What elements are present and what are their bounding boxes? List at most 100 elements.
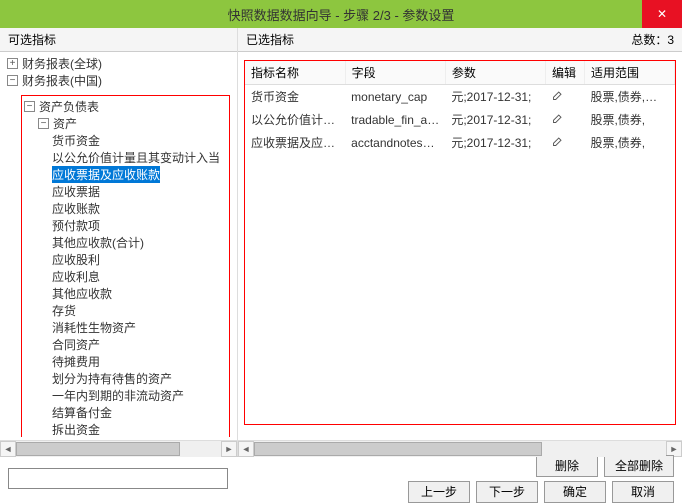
column-header[interactable]: 适用范围	[584, 61, 674, 85]
tree-label: 应收票据及应收账款	[52, 166, 160, 183]
tree-item[interactable]: 其他应收款	[24, 285, 229, 302]
table-hscrollbar[interactable]: ◄ ►	[238, 440, 682, 456]
tree-item[interactable]: 应收账款	[24, 200, 229, 217]
tree-hscrollbar[interactable]: ◄ ►	[0, 440, 237, 456]
body: 可选指标 +财务报表(全球) −财务报表(中国) −资产负债表 −资产 货币资金…	[0, 28, 682, 456]
tree-node-balance[interactable]: −资产负债表	[24, 98, 229, 115]
tree-label: 资产	[53, 115, 77, 132]
selected-panel: 已选指标 总数：3 指标名称字段参数编辑适用范围 货币资金monetary_ca…	[238, 28, 682, 456]
tree-item[interactable]: 合同资产	[24, 336, 229, 353]
cell: 元;2017-12-31;	[445, 108, 545, 131]
cell: 股票,债券,	[584, 108, 674, 131]
tree-item[interactable]: 划分为持有待售的资产	[24, 370, 229, 387]
tree-label: 消耗性生物资产	[52, 319, 136, 336]
available-panel: 可选指标 +财务报表(全球) −财务报表(中国) −资产负债表 −资产 货币资金…	[0, 28, 238, 456]
close-icon: ✕	[657, 7, 667, 21]
tree-item[interactable]: 货币资金	[24, 132, 229, 149]
footer-left	[8, 468, 228, 489]
cell: acctandnotes_rcv	[345, 131, 445, 154]
tree-label: 货币资金	[52, 132, 100, 149]
close-button[interactable]: ✕	[642, 0, 682, 28]
table-inner: 指标名称字段参数编辑适用范围 货币资金monetary_cap元;2017-12…	[244, 60, 676, 425]
tree-label: 应收利息	[52, 268, 100, 285]
tree-item[interactable]: 结算备付金	[24, 404, 229, 421]
selected-header: 已选指标 总数：3	[238, 28, 682, 52]
ok-button[interactable]: 确定	[544, 481, 606, 503]
tree-item[interactable]: 以公允价值计量且其变动计入当	[24, 149, 229, 166]
tree-label: 一年内到期的非流动资产	[52, 387, 184, 404]
scroll-track[interactable]	[16, 441, 221, 457]
tree-inner: −资产负债表 −资产 货币资金以公允价值计量且其变动计入当应收票据及应收账款应收…	[21, 95, 230, 438]
column-header[interactable]: 字段	[345, 61, 445, 85]
tree-label: 结算备付金	[52, 404, 112, 421]
tree-label: 应收账款	[52, 200, 100, 217]
tree-item[interactable]: 其他应收款(合计)	[24, 234, 229, 251]
tree-label: 财务报表(全球)	[22, 55, 102, 72]
tree-label: 以公允价值计量且其变动计入当	[52, 149, 220, 166]
tree-item[interactable]: 应收票据	[24, 183, 229, 200]
titlebar: 快照数据数据向导 - 步骤 2/3 - 参数设置 ✕	[0, 0, 682, 28]
tree-item[interactable]: 待摊费用	[24, 353, 229, 370]
window-title: 快照数据数据向导 - 步骤 2/3 - 参数设置	[228, 5, 455, 24]
delete-button[interactable]: 删除	[536, 455, 598, 477]
cell: 股票,债券,指数,	[584, 85, 674, 109]
tree-label: 其他应收款(合计)	[52, 234, 144, 251]
tree-label: 其他应收款	[52, 285, 112, 302]
table-row[interactable]: 货币资金monetary_cap元;2017-12-31; 股票,债券,指数,	[245, 85, 675, 109]
tree-item[interactable]: 消耗性生物资产	[24, 319, 229, 336]
tree-label: 资产负债表	[39, 98, 99, 115]
delete-all-button[interactable]: 全部删除	[604, 455, 674, 477]
cell: 元;2017-12-31;	[445, 131, 545, 154]
cell: 以公允价值计量且	[245, 108, 345, 131]
cell: monetary_cap	[345, 85, 445, 109]
available-header: 可选指标	[0, 28, 237, 52]
cell: 应收票据及应收账款	[245, 131, 345, 154]
search-input[interactable]	[8, 468, 228, 489]
footer: 删除 全部删除 上一步 下一步 确定 取消	[0, 456, 682, 500]
tree-label: 合同资产	[52, 336, 100, 353]
table-row[interactable]: 以公允价值计量且tradable_fin_asse元;2017-12-31; 股票…	[245, 108, 675, 131]
tree-item[interactable]: 存货	[24, 302, 229, 319]
tree-item[interactable]: 应收利息	[24, 268, 229, 285]
tree-item[interactable]: 一年内到期的非流动资产	[24, 387, 229, 404]
tree-label: 存货	[52, 302, 76, 319]
cell: tradable_fin_asse	[345, 108, 445, 131]
cell: 货币资金	[245, 85, 345, 109]
tree-label: 财务报表(中国)	[22, 72, 102, 89]
tree-item[interactable]: 拆出资金	[24, 421, 229, 438]
prev-button[interactable]: 上一步	[408, 481, 470, 503]
tree-node-china[interactable]: −财务报表(中国)	[7, 72, 234, 89]
table-row[interactable]: 应收票据及应收账款acctandnotes_rcv元;2017-12-31;股票…	[245, 131, 675, 154]
tree-node-global[interactable]: + 财务报表(全球)	[7, 55, 234, 72]
tree-item[interactable]: 应收票据及应收账款	[24, 166, 229, 183]
tree-label: 待摊费用	[52, 353, 100, 370]
scroll-thumb[interactable]	[16, 442, 180, 456]
next-button[interactable]: 下一步	[476, 481, 538, 503]
edit-icon[interactable]	[546, 108, 585, 131]
tree-label: 划分为持有待售的资产	[52, 370, 172, 387]
tree-label: 拆出资金	[52, 421, 100, 438]
expand-icon[interactable]: +	[7, 58, 18, 69]
selected-title: 已选指标	[246, 31, 294, 48]
column-header[interactable]: 指标名称	[245, 61, 345, 85]
tree-node-assets[interactable]: −资产	[24, 115, 229, 132]
edit-icon[interactable]	[546, 131, 585, 154]
tree-item[interactable]: 应收股利	[24, 251, 229, 268]
scroll-thumb[interactable]	[254, 442, 542, 456]
tree-label: 预付款项	[52, 217, 100, 234]
selected-table: 指标名称字段参数编辑适用范围 货币资金monetary_cap元;2017-12…	[245, 61, 675, 154]
column-header[interactable]: 参数	[445, 61, 545, 85]
scroll-track[interactable]	[254, 441, 666, 457]
tree-item[interactable]: 预付款项	[24, 217, 229, 234]
scroll-left-icon[interactable]: ◄	[0, 441, 16, 457]
tree-wrap: +财务报表(全球) −财务报表(中国) −资产负债表 −资产 货币资金以公允价值…	[2, 54, 235, 438]
table-wrap: 指标名称字段参数编辑适用范围 货币资金monetary_cap元;2017-12…	[240, 54, 680, 438]
collapse-icon[interactable]: −	[38, 118, 49, 129]
collapse-icon[interactable]: −	[24, 101, 35, 112]
cancel-button[interactable]: 取消	[612, 481, 674, 503]
column-header[interactable]: 编辑	[546, 61, 585, 85]
edit-icon[interactable]	[546, 85, 585, 109]
collapse-icon[interactable]: −	[7, 75, 18, 86]
cell: 元;2017-12-31;	[445, 85, 545, 109]
total-count: 总数：3	[631, 31, 674, 48]
